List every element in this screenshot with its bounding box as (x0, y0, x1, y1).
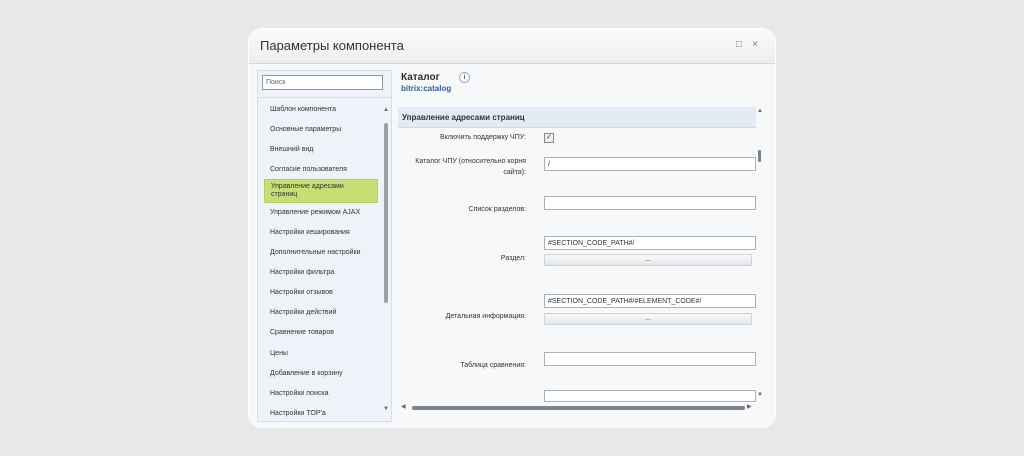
sidebar-item-basket[interactable]: Добавление в корзину (264, 367, 378, 381)
scroll-down-icon[interactable]: ▼ (383, 406, 389, 412)
detail-label: Детальная информация: (445, 313, 526, 320)
sidebar-item-appearance[interactable]: Внешний вид (264, 143, 378, 157)
sef-label: Включить поддержку ЧПУ: (439, 134, 526, 141)
component-code: bitrix:catalog (401, 84, 452, 93)
sidebar-item-url-management[interactable]: Управление адресами страниц (264, 179, 378, 203)
section-label: Раздел: (500, 255, 526, 262)
next-field-input[interactable] (544, 390, 756, 402)
scroll-up-icon[interactable]: ▲ (757, 108, 763, 114)
sidebar-item-prices[interactable]: Цены (264, 347, 378, 361)
sidebar-item-top[interactable]: Настройки TOP'a (264, 407, 378, 421)
sidebar-item-reviews[interactable]: Настройки отзывов (264, 286, 378, 300)
sidebar-item-consent[interactable]: Согласие пользователя (264, 163, 378, 177)
sidebar-item-filter[interactable]: Настройки фильтра (264, 266, 378, 280)
dialog-titlebar[interactable]: Параметры компонента □ × (249, 29, 775, 64)
settings-scroll-thumb[interactable] (758, 150, 761, 162)
settings-panel: Каталог i bitrix:catalog Управление адре… (398, 70, 768, 420)
sef-checkbox[interactable]: ✓ (544, 133, 554, 143)
sef-root-label: Каталог ЧПУ (относительно корня сайта): (415, 158, 526, 176)
section-pick-button[interactable]: ... (544, 254, 752, 266)
sections-list-label: Список разделов: (468, 206, 526, 213)
settings-horizontal-scrollbar[interactable]: ◀ ▶ (401, 403, 753, 411)
detail-input[interactable]: #SECTION_CODE_PATH#/#ELEMENT_CODE#/ (544, 294, 756, 308)
sidebar-item-ajax[interactable]: Управление режимом AJAX (264, 206, 378, 220)
dialog-body: Шаблон компонента Основные параметры Вне… (249, 64, 775, 428)
scroll-left-icon[interactable]: ◀ (401, 403, 406, 410)
search-input[interactable] (262, 75, 383, 90)
sidebar-item-actions[interactable]: Настройки действий (264, 306, 378, 320)
sidebar-item-additional[interactable]: Дополнительные настройки (264, 246, 378, 260)
sef-root-input[interactable]: / (544, 157, 756, 171)
sidebar-item-search[interactable]: Настройки поиска (264, 387, 378, 401)
sidebar-item-compare[interactable]: Сравнение товаров (264, 326, 378, 340)
component-title: Каталог (401, 72, 440, 83)
maximize-icon[interactable]: □ (733, 39, 745, 51)
sidebar-scrollbar[interactable]: ▲ ▼ (383, 107, 389, 414)
info-icon[interactable]: i (459, 72, 470, 83)
compare-input[interactable] (544, 352, 756, 366)
close-icon[interactable]: × (749, 39, 761, 51)
scroll-up-icon[interactable]: ▲ (383, 107, 389, 113)
scroll-right-icon[interactable]: ▶ (747, 403, 752, 410)
sidebar-divider (258, 97, 391, 98)
settings-vertical-scrollbar[interactable]: ▲ ▼ (757, 108, 763, 400)
detail-pick-button[interactable]: ... (544, 313, 752, 325)
sidebar-item-cache[interactable]: Настройки кеширования (264, 226, 378, 240)
sidebar-item-template[interactable]: Шаблон компонента (264, 103, 378, 117)
section-header: Управление адресами страниц (398, 107, 756, 128)
sidebar-scroll-thumb[interactable] (384, 123, 388, 303)
compare-label: Таблица сравнения: (460, 362, 526, 369)
settings-hscroll-thumb[interactable] (412, 406, 745, 410)
scroll-down-icon[interactable]: ▼ (757, 392, 763, 398)
sections-list-input[interactable] (544, 196, 756, 210)
sidebar-item-basic[interactable]: Основные параметры (264, 123, 378, 137)
dialog-title: Параметры компонента (260, 38, 404, 53)
component-parameters-dialog: Параметры компонента □ × Шаблон компонен… (249, 29, 775, 428)
sidebar: Шаблон компонента Основные параметры Вне… (257, 70, 392, 422)
section-title: Управление адресами страниц (402, 113, 525, 122)
section-input[interactable]: #SECTION_CODE_PATH#/ (544, 236, 756, 250)
